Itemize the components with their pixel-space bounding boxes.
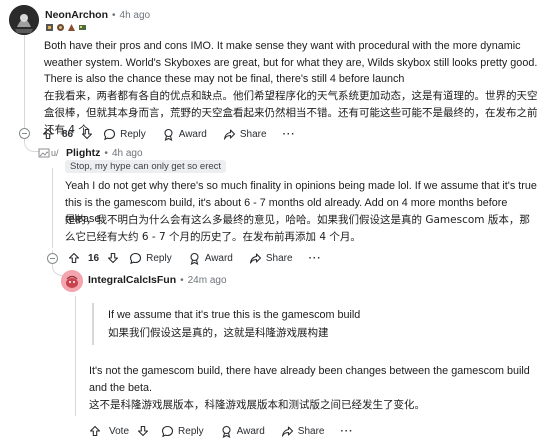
comment-actions: Vote Reply Award Share ··· [89,421,369,441]
comment-body-en: It's not the gamescom build, there have … [89,365,530,394]
share-icon [281,425,293,437]
comment-bubble-icon [104,128,116,140]
vote-control: Vote [89,425,149,437]
more-options-button[interactable]: ··· [283,129,296,140]
vote-control: 86 [42,128,93,140]
meta-separator: • [112,9,116,21]
avatar[interactable] [9,5,39,35]
award-label: Award [204,252,233,264]
user-flair-icons [45,23,87,32]
share-icon [223,128,235,140]
broken-image-icon [38,148,50,158]
upvote-icon[interactable] [89,425,101,437]
reply-label: Reply [120,128,146,140]
comment-actions: 86 Reply Award Share ··· [42,124,312,144]
upvote-icon[interactable] [42,128,54,140]
meta-separator: • [180,274,184,286]
quote-text-zh: 如果我们假设这是真的，这就是科隆游戏展构建 [108,327,329,339]
comment-timestamp[interactable]: 4h ago [120,10,151,21]
comment-bubble-icon [130,252,142,264]
user-flair: Stop, my hype can only get so erect [65,160,227,173]
award-icon [222,425,231,438]
avatar[interactable] [61,270,83,292]
share-icon [249,252,261,264]
award-label: Award [178,128,207,140]
comment-body-zh: 这不是科隆游戏展版本，科隆游戏展版本和测试版之间已经发生了变化。 [89,399,425,411]
share-label: Share [297,425,325,437]
more-options-button[interactable]: ··· [309,253,322,264]
comment-body-zh: 是的，我不明白为什么会有这么多最终的意见，哈哈。如果我们假设这是真的 Games… [65,214,530,243]
meta-separator: • [104,147,108,159]
comment-author[interactable]: Plightz [66,147,100,159]
integral-avatar-icon [61,270,83,292]
award-icon [164,128,173,141]
award-icon [190,252,199,265]
comment-actions: 16 Reply Award Share ··· [68,248,338,268]
comment-timestamp[interactable]: 24m ago [188,275,227,286]
comment-author[interactable]: NeonArchon [45,9,108,21]
downvote-icon[interactable] [137,425,149,437]
share-button[interactable]: Share [249,252,293,265]
comment-author[interactable]: IntegralCalcIsFun [88,274,176,286]
thread-line-integral [75,296,76,416]
share-label: Share [239,128,267,140]
flair-icon [46,24,53,31]
collapse-thread-button[interactable] [19,128,30,139]
reply-label: Reply [146,252,172,264]
share-button[interactable]: Share [223,128,267,141]
vote-control: 16 [68,252,119,264]
reply-button[interactable]: Reply [161,425,204,438]
vote-count: 86 [62,128,74,140]
avatar-alt-text: u/ [51,148,59,158]
share-button[interactable]: Share [281,425,325,438]
neonarchon-avatar-icon [9,5,39,35]
flair-icon [79,25,86,30]
avatar[interactable]: u/ [38,147,59,159]
award-button[interactable]: Award [188,252,233,265]
blockquote: If we assume that it's true this is the … [92,303,540,345]
vote-count: 16 [88,252,100,264]
reply-button[interactable]: Reply [129,252,172,265]
downvote-icon[interactable] [81,128,93,140]
comment-body-en: Both have their pros and cons IMO. It ma… [44,40,538,85]
award-button[interactable]: Award [220,425,265,438]
comment-bubble-icon [161,425,174,437]
vote-label: Vote [109,425,130,437]
thread-line-root [24,30,25,130]
flair-icon [57,24,64,31]
award-label: Award [236,425,265,437]
flair-icon [68,24,75,31]
award-button[interactable]: Award [162,128,207,141]
comment-timestamp[interactable]: 4h ago [112,148,143,159]
more-options-button[interactable]: ··· [340,426,353,437]
upvote-icon[interactable] [68,252,80,264]
thread-line-plightz [52,168,53,248]
downvote-icon[interactable] [107,252,119,264]
reply-button[interactable]: Reply [103,128,146,141]
reply-label: Reply [178,425,204,437]
share-label: Share [265,252,293,264]
collapse-thread-button[interactable] [47,253,58,264]
quote-text-en: If we assume that it's true this is the … [108,309,361,321]
